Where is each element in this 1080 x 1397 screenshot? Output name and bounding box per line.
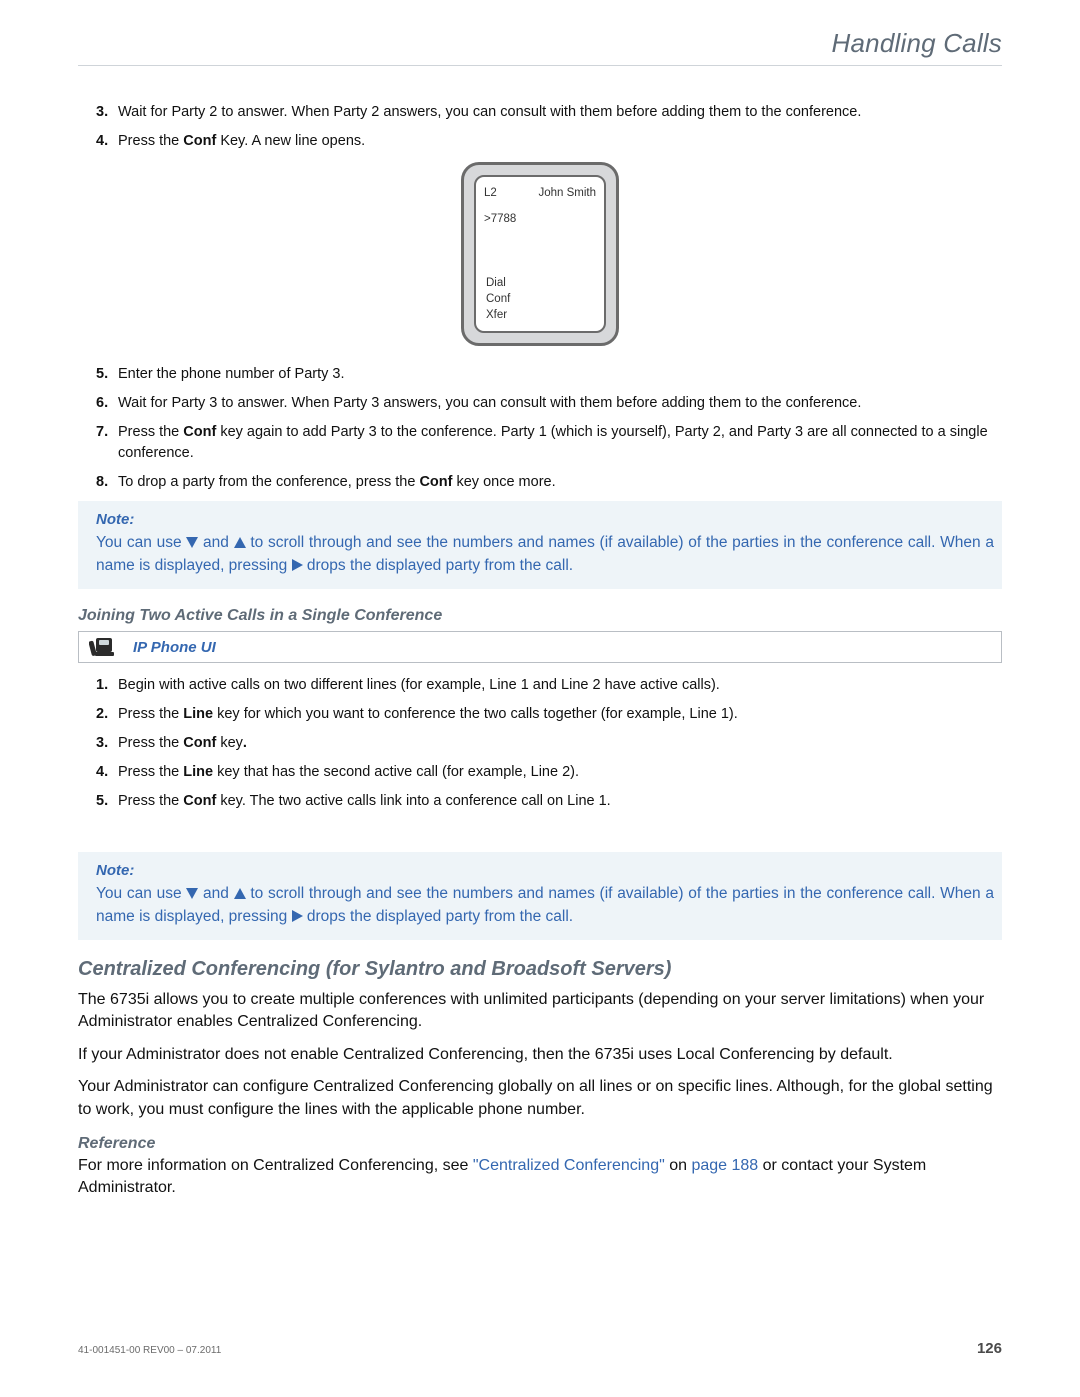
phone-softkey: Conf [486, 292, 510, 308]
phone-softkey-list: Dial Conf Xfer [486, 276, 510, 323]
page: Handling Calls 3.Wait for Party 2 to ans… [0, 0, 1080, 1397]
list-item: 5.Enter the phone number of Party 3. [96, 364, 1002, 385]
section-heading-centralized: Centralized Conferencing (for Sylantro a… [78, 958, 1002, 981]
step-text: Press the Conf key. [118, 733, 1002, 754]
note-text: You can use and to scroll through and se… [96, 883, 994, 928]
reference-heading: Reference [78, 1135, 1002, 1153]
step-number: 5. [96, 791, 118, 812]
sub-heading-joining: Joining Two Active Calls in a Single Con… [78, 607, 1002, 625]
step-number: 7. [96, 422, 118, 464]
up-arrow-icon [234, 537, 246, 548]
body-paragraph: Your Administrator can configure Central… [78, 1076, 1002, 1121]
down-arrow-icon [186, 537, 198, 548]
phone-number: >7788 [484, 213, 596, 225]
list-item: 4.Press the Line key that has the second… [96, 762, 1002, 783]
phone-screen: L2 John Smith >7788 Dial Conf Xfer [474, 175, 606, 333]
page-footer: 41-001451-00 REV00 – 07.2011 126 [78, 1340, 1002, 1357]
step-number: 8. [96, 472, 118, 493]
link-page-188[interactable]: page 188 [691, 1157, 758, 1174]
steps-a: 3.Wait for Party 2 to answer. When Party… [78, 102, 1002, 152]
ip-phone-ui-label: IP Phone UI [133, 639, 216, 656]
link-centralized-conferencing[interactable]: "Centralized Conferencing" [473, 1157, 665, 1174]
list-item: 1.Begin with active calls on two differe… [96, 675, 1002, 696]
header-rule [78, 65, 1002, 66]
down-arrow-icon [186, 888, 198, 899]
step-number: 6. [96, 393, 118, 414]
list-item: 4.Press the Conf Key. A new line opens. [96, 131, 1002, 152]
up-arrow-icon [234, 888, 246, 899]
page-title: Handling Calls [78, 28, 1002, 65]
note-label: Note: [96, 862, 994, 879]
phone-device-icon [89, 636, 119, 658]
step-text: Begin with active calls on two different… [118, 675, 1002, 696]
steps-c: 1.Begin with active calls on two differe… [78, 675, 1002, 812]
step-text: Wait for Party 2 to answer. When Party 2… [118, 102, 1002, 123]
footer-page-number: 126 [977, 1340, 1002, 1357]
step-text: Press the Line key for which you want to… [118, 704, 1002, 725]
ip-phone-ui-bar: IP Phone UI [78, 631, 1002, 663]
list-item: 3.Wait for Party 2 to answer. When Party… [96, 102, 1002, 123]
right-arrow-icon [292, 559, 303, 571]
phone-caller-name: John Smith [538, 187, 596, 199]
list-item: 5.Press the Conf key. The two active cal… [96, 791, 1002, 812]
step-text: Press the Conf Key. A new line opens. [118, 131, 1002, 152]
step-text: Press the Conf key again to add Party 3 … [118, 422, 1002, 464]
body-paragraph: The 6735i allows you to create multiple … [78, 989, 1002, 1034]
step-text: Wait for Party 3 to answer. When Party 3… [118, 393, 1002, 414]
step-number: 3. [96, 733, 118, 754]
phone-line-label: L2 [484, 187, 497, 199]
step-number: 4. [96, 762, 118, 783]
step-number: 2. [96, 704, 118, 725]
phone-bezel: L2 John Smith >7788 Dial Conf Xfer [461, 162, 619, 346]
step-text: Press the Line key that has the second a… [118, 762, 1002, 783]
phone-illustration: L2 John Smith >7788 Dial Conf Xfer [78, 162, 1002, 346]
note-box-2: Note: You can use and to scroll through … [78, 852, 1002, 940]
step-number: 3. [96, 102, 118, 123]
list-item: 3.Press the Conf key. [96, 733, 1002, 754]
note-text: You can use and to scroll through and se… [96, 532, 994, 577]
footer-doc-id: 41-001451-00 REV00 – 07.2011 [78, 1345, 221, 1356]
step-number: 5. [96, 364, 118, 385]
reference-paragraph: For more information on Centralized Conf… [78, 1155, 1002, 1200]
body-paragraph: If your Administrator does not enable Ce… [78, 1044, 1002, 1066]
list-item: 2.Press the Line key for which you want … [96, 704, 1002, 725]
note-box-1: Note: You can use and to scroll through … [78, 501, 1002, 589]
list-item: 6.Wait for Party 3 to answer. When Party… [96, 393, 1002, 414]
step-number: 4. [96, 131, 118, 152]
right-arrow-icon [292, 910, 303, 922]
step-text: Press the Conf key. The two active calls… [118, 791, 1002, 812]
note-label: Note: [96, 511, 994, 528]
list-item: 7.Press the Conf key again to add Party … [96, 422, 1002, 464]
step-text: Enter the phone number of Party 3. [118, 364, 1002, 385]
step-text: To drop a party from the conference, pre… [118, 472, 1002, 493]
list-item: 8.To drop a party from the conference, p… [96, 472, 1002, 493]
phone-softkey: Xfer [486, 308, 510, 324]
step-number: 1. [96, 675, 118, 696]
phone-softkey: Dial [486, 276, 510, 292]
steps-b: 5.Enter the phone number of Party 3.6.Wa… [78, 364, 1002, 493]
